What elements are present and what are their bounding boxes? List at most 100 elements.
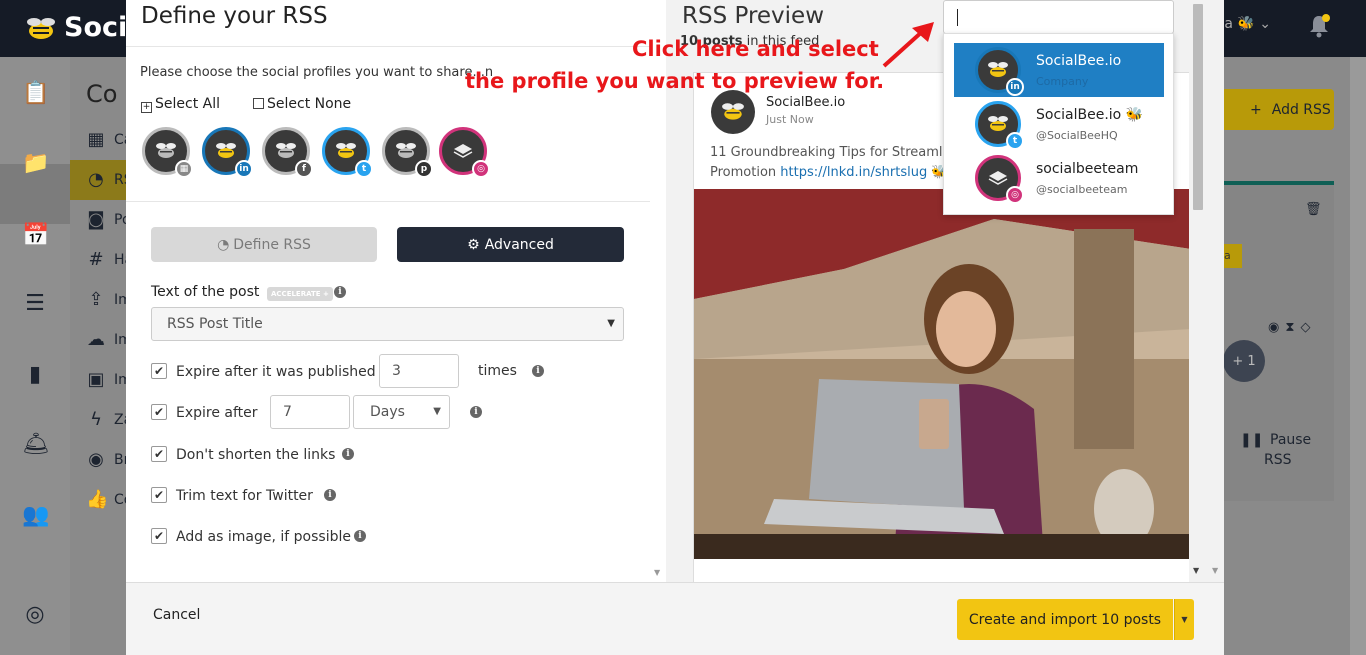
grid-icon: ▦ <box>87 129 105 150</box>
tab-define-label: Define RSS <box>233 236 311 253</box>
subnav-item-content[interactable]: 👍 Co <box>70 480 132 520</box>
list-icon[interactable]: ☰ <box>22 291 48 317</box>
add-image-label: Add as image, if possible <box>176 529 351 545</box>
subnav-item-import-cloud[interactable]: ☁ Im <box>70 320 132 360</box>
profile-google-business[interactable]: ▦ <box>142 127 193 178</box>
subnav-item-categories[interactable]: ▦ Ca <box>70 120 132 160</box>
info-icon[interactable]: i <box>532 365 544 377</box>
rss-icon: ◔ <box>217 236 230 253</box>
select-none-label: Select None <box>267 96 352 112</box>
layers-avatar-icon <box>453 144 473 158</box>
info-icon[interactable]: i <box>354 530 366 542</box>
thumbs-up-icon: 👍 <box>86 489 109 510</box>
concierge-bell-icon[interactable]: 🛎 <box>22 432 50 458</box>
bg-badge: a <box>1222 244 1242 268</box>
bee-avatar-icon <box>722 103 744 120</box>
clipboard-icon[interactable]: 📋 <box>22 81 49 107</box>
subnav-item-hashtags[interactable]: # Ha <box>70 240 133 280</box>
expire-after-checkbox[interactable]: ✔ <box>151 404 167 420</box>
expire-after-label: Expire after <box>176 405 258 421</box>
bar-chart-icon[interactable]: ▮ <box>22 362 48 388</box>
info-icon[interactable]: i <box>324 489 336 501</box>
image-icon: ▣ <box>87 369 105 390</box>
avatar: in <box>975 47 1024 96</box>
add-rss-button[interactable]: + Add RSS <box>1222 89 1334 130</box>
scroll-down-arrow-icon[interactable]: ▼ <box>1212 566 1218 575</box>
scroll-down-arrow-icon[interactable]: ▼ <box>1193 566 1199 575</box>
create-options-caret-icon[interactable]: ▼ <box>1174 599 1194 640</box>
dropdown-item-linkedin[interactable]: in SocialBee.io Company <box>954 43 1164 97</box>
add-rss-label: Add RSS <box>1271 101 1331 118</box>
post-text-line1: 11 Groundbreaking Tips for Streamlini <box>710 145 958 160</box>
linkedin-badge-icon: in <box>1006 78 1024 96</box>
expire-unit-select[interactable]: Days ▼ <box>353 395 450 429</box>
plus-one-counter[interactable]: + 1 <box>1223 340 1265 382</box>
post-link[interactable]: https://lnkd.in/shrtslug <box>780 165 927 180</box>
eraser-icon[interactable]: ◇ <box>1300 320 1316 335</box>
upload-icon: ⇪ <box>88 289 104 310</box>
dont-shorten-checkbox[interactable]: ✔ <box>151 446 167 462</box>
profile-instagram[interactable]: ◎ <box>439 127 490 178</box>
subnav-item-images[interactable]: ▣ Im <box>70 360 131 400</box>
rss-icon: ◔ <box>88 169 104 190</box>
dropdown-item-name: SocialBee.io <box>1036 53 1122 69</box>
twitter-badge-icon: t <box>1006 132 1024 150</box>
logo[interactable]: Soci <box>24 12 127 43</box>
select-all-button[interactable]: + Select All <box>141 96 220 113</box>
annotation-arrow-icon <box>882 22 934 68</box>
profile-linkedin[interactable]: in <box>202 127 253 178</box>
info-icon[interactable]: i <box>470 406 482 418</box>
info-icon[interactable]: i <box>342 448 354 460</box>
subnav-item-pocket[interactable]: ◙ Po <box>70 200 130 240</box>
bee-avatar-icon <box>156 143 176 158</box>
woman-laptop-photo <box>694 189 1191 559</box>
add-image-checkbox[interactable]: ✔ <box>151 528 167 544</box>
bee-avatar-icon <box>988 62 1008 77</box>
expire-after-input[interactable]: 7 <box>270 395 350 429</box>
modal-footer: Cancel Create and import 10 posts ▼ <box>126 582 1224 655</box>
pause-rss-button[interactable]: ❚❚ Pause RSS <box>1240 430 1311 470</box>
tab-advanced[interactable]: ⚙ Advanced <box>397 227 624 262</box>
scroll-thumb[interactable] <box>1193 4 1203 210</box>
folder-icon[interactable]: 📁 <box>22 151 49 177</box>
subnav-item-import[interactable]: ⇪ Im <box>70 280 131 320</box>
page-scrollbar[interactable] <box>1350 57 1366 655</box>
cancel-button[interactable]: Cancel <box>153 607 200 623</box>
facebook-badge-icon: f <box>295 160 313 178</box>
scroll-down-arrow-icon[interactable]: ▼ <box>654 568 660 577</box>
profile-twitter[interactable]: t <box>322 127 373 178</box>
chevron-down-icon: ▼ <box>433 406 441 417</box>
subnav-item-zapier[interactable]: ϟ Za <box>70 400 132 440</box>
profile-facebook[interactable]: f <box>262 127 313 178</box>
pocket-icon: ◙ <box>87 209 105 230</box>
user-menu[interactable]: a 🐝 ⌄ <box>1224 16 1271 32</box>
chevron-down-icon: ▼ <box>607 318 615 329</box>
support-icon[interactable]: ◎ <box>22 602 48 628</box>
text-of-post-select[interactable]: RSS Post Title ▼ <box>151 307 624 341</box>
bell-icon[interactable] <box>1308 14 1330 38</box>
subnav-item-rss[interactable]: ◔ RS <box>70 160 133 200</box>
select-none-button[interactable]: Select None <box>253 96 351 112</box>
dropdown-item-instagram[interactable]: ◎ socialbeeteam @socialbeeteam <box>954 151 1164 205</box>
profile-search-input[interactable] <box>943 0 1174 34</box>
profile-pinterest[interactable]: p <box>382 127 433 178</box>
calendar-gear-icon[interactable]: 📅 <box>22 223 49 249</box>
dropdown-item-twitter[interactable]: t SocialBee.io 🐝 @SocialBeeHQ <box>954 97 1164 151</box>
create-import-button[interactable]: Create and import 10 posts <box>957 599 1173 640</box>
gear-icon: ⚙ <box>467 236 480 253</box>
define-rss-modal: Define your RSS Please choose the social… <box>126 0 1224 655</box>
expire-published-checkbox[interactable]: ✔ <box>151 363 167 379</box>
bolt-icon: ϟ <box>90 409 102 430</box>
trash-icon[interactable]: 🗑 <box>1305 202 1322 217</box>
times-label: times <box>478 363 517 379</box>
tab-define-rss[interactable]: ◔ Define RSS <box>151 227 377 262</box>
users-icon[interactable]: 👥 <box>22 503 49 529</box>
annotation-line2: the profile you want to preview for. <box>465 69 885 93</box>
preview-scrollbar[interactable]: ▼ ▼ <box>1189 0 1224 582</box>
eye-icon[interactable]: ◉ <box>1268 320 1285 335</box>
hourglass-icon[interactable]: ⧗ <box>1285 320 1300 335</box>
subnav-item-browser[interactable]: ◉ Br <box>70 440 130 480</box>
trim-twitter-checkbox[interactable]: ✔ <box>151 487 167 503</box>
info-icon[interactable]: i <box>334 286 346 298</box>
expire-published-input[interactable]: 3 <box>379 354 459 388</box>
